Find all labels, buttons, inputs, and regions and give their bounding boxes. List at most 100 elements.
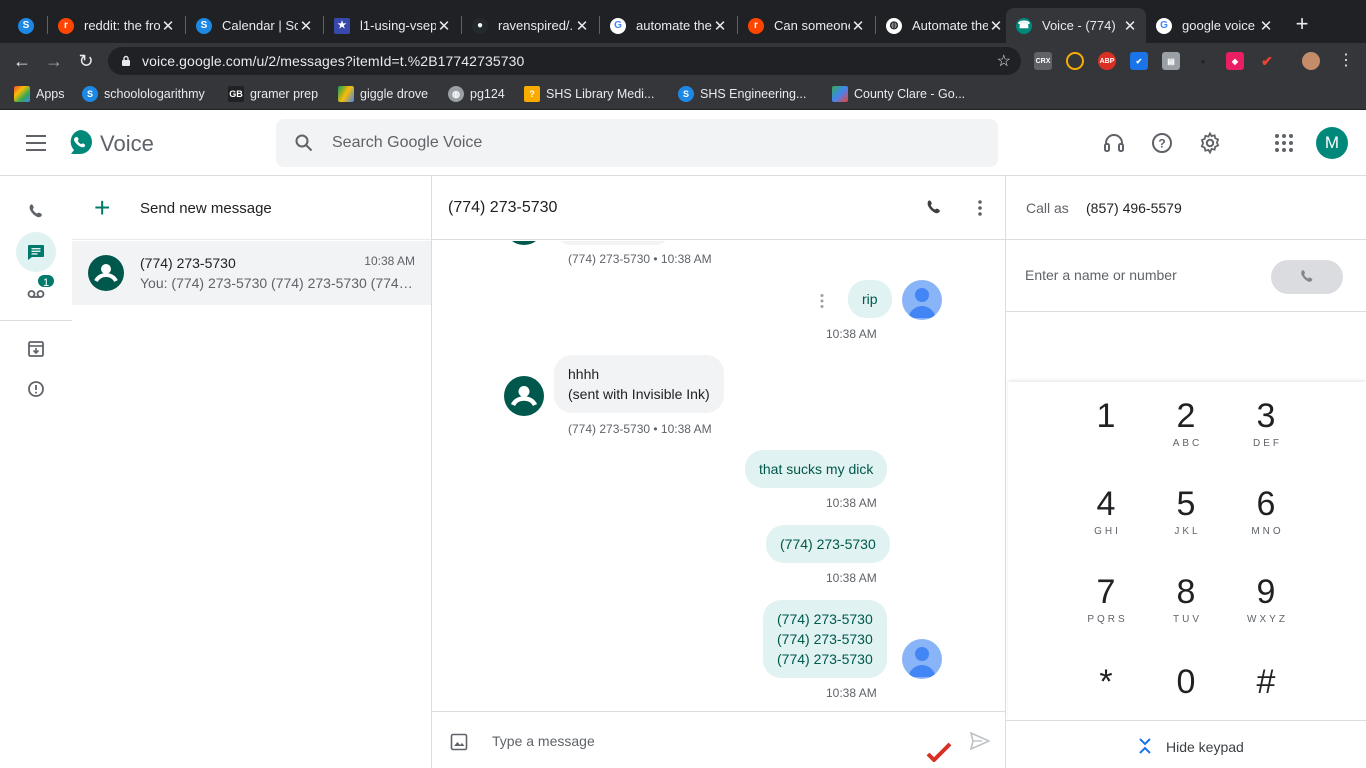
close-tab-icon[interactable]: ✕ (574, 17, 590, 35)
person-icon (908, 288, 936, 318)
grammar-extension-icon[interactable]: ✔ (1258, 52, 1276, 70)
dial-key-9[interactable]: 9 WXYZ (1226, 572, 1306, 652)
adblock-plus-icon[interactable]: ABP (1098, 52, 1116, 70)
send-new-message-button[interactable]: + Send new message (72, 176, 431, 240)
grammar-check-icon[interactable] (926, 742, 952, 762)
message-meta: (774) 273-5730 • 10:38 AM (568, 422, 712, 436)
bookmark-item[interactable]: S schoolologarithmy (82, 85, 205, 103)
headset-support-icon[interactable] (1102, 131, 1126, 155)
close-tab-icon[interactable]: ✕ (712, 17, 728, 35)
dial-key-5[interactable]: 5 JKL (1146, 484, 1226, 564)
message-bubble-incoming[interactable]: hhhh (sent with Invisible Ink) (554, 355, 724, 413)
call-as-row[interactable]: Call as (857) 496-5579 (1006, 176, 1366, 240)
bookmark-item[interactable]: giggle drove (338, 85, 428, 103)
browser-tab[interactable]: r Can someone... ✕ (738, 8, 874, 43)
message-line: (774) 273-5730 (777, 611, 873, 627)
rail-spam[interactable] (16, 369, 56, 409)
dial-key-2[interactable]: 2 ABC (1146, 396, 1226, 476)
search-bar[interactable]: Search Google Voice (276, 119, 998, 167)
dial-key-3[interactable]: 3 DEF (1226, 396, 1306, 476)
avatar-letter: M (1324, 133, 1340, 152)
address-bar[interactable]: voice.google.com/u/2/messages?itemId=t.%… (108, 47, 1021, 75)
close-tab-icon[interactable]: ✕ (1258, 17, 1274, 35)
bookmark-item[interactable]: County Clare - Go... (832, 85, 965, 103)
hide-keypad-button[interactable]: Hide keypad (1006, 720, 1366, 768)
browser-tab[interactable]: ● ravenspired/... ✕ (462, 8, 598, 43)
message-bubble-outgoing[interactable]: (774) 273-5730 (774) 273-5730 (774) 273-… (763, 600, 887, 678)
browser-tab[interactable]: G automate the... ✕ (600, 8, 736, 43)
conversation-item[interactable]: (774) 273-5730 10:38 AM You: (774) 273-5… (72, 241, 431, 305)
bookmark-label: pg124 (470, 87, 505, 101)
back-icon[interactable]: ← (10, 49, 34, 73)
message-bubble-incoming[interactable] (554, 241, 672, 245)
settings-gear-icon[interactable] (1198, 131, 1222, 155)
message-bubble-outgoing[interactable]: rip (848, 280, 892, 318)
send-icon[interactable] (970, 732, 990, 750)
dial-key-8[interactable]: 8 TUV (1146, 572, 1226, 652)
message-bubble-outgoing[interactable]: that sucks my dick (745, 450, 888, 488)
rail-calls[interactable] (16, 192, 56, 232)
apps-grid-icon[interactable] (1272, 131, 1296, 155)
tab-title: Can someone... (774, 18, 850, 33)
dial-key-4[interactable]: 4 GHI (1066, 484, 1146, 564)
crx-extension-icon[interactable]: CRX (1034, 52, 1052, 70)
more-vert-icon[interactable] (970, 198, 990, 218)
main-menu-icon[interactable] (26, 135, 46, 151)
key-digit: 0 (1176, 663, 1196, 701)
browser-tab-active[interactable]: ☎ Voice - (774) ✕ (1006, 8, 1146, 43)
key-letters: WXYZ (1247, 614, 1288, 625)
key-digit: 8 (1176, 573, 1196, 611)
gb-icon: GB (228, 86, 244, 102)
thread-header: (774) 273-5730 (432, 176, 1005, 240)
close-tab-icon[interactable]: ✕ (160, 17, 176, 35)
profile-avatar[interactable] (1302, 52, 1320, 70)
browser-tab[interactable]: ★ l1-using-vsep ✕ (324, 8, 460, 43)
attach-image-icon[interactable] (450, 733, 468, 751)
bookmark-item[interactable]: GB gramer prep (228, 85, 318, 103)
tab-title: ravenspired/... (498, 18, 574, 33)
message-bubble-outgoing[interactable]: (774) 273-5730 (766, 525, 890, 563)
rail-messages[interactable] (16, 232, 56, 272)
dial-number-input[interactable]: Enter a name or number (1025, 267, 1177, 283)
browser-tab[interactable]: G google voice ✕ (1146, 8, 1282, 43)
call-phone-icon[interactable] (924, 198, 944, 218)
search-input[interactable]: Search Google Voice (332, 134, 482, 152)
new-tab-button[interactable]: + (1292, 12, 1312, 36)
bookmark-apps[interactable]: Apps (14, 85, 65, 103)
bookmark-item[interactable]: ? SHS Library Medi... (524, 85, 654, 103)
browser-menu-icon[interactable]: ⋮ (1334, 49, 1358, 73)
collapse-chevrons-icon (1139, 738, 1151, 754)
extension-icon[interactable]: ● (1194, 52, 1212, 70)
bookmark-item[interactable]: S SHS Engineering... (678, 85, 806, 103)
phone-icon (1301, 270, 1313, 282)
dial-key-6[interactable]: 6 MNO (1226, 484, 1306, 564)
close-tab-icon[interactable]: ✕ (988, 17, 1004, 35)
color-extension-icon[interactable]: ◆ (1226, 52, 1244, 70)
rail-divider (0, 320, 72, 321)
dial-key-1[interactable]: 1 (1066, 396, 1146, 476)
rail-archive[interactable] (16, 329, 56, 369)
browser-tab[interactable]: S Calendar | Schoology ✕ (186, 8, 322, 43)
dial-key-7[interactable]: 7 PQRS (1066, 572, 1146, 652)
help-icon[interactable]: ? (1150, 131, 1174, 155)
apps-grid-icon (14, 86, 30, 102)
browser-tab[interactable]: r reddit: the front page ✕ (48, 8, 184, 43)
briefcase-extension-icon[interactable]: ▤ (1162, 52, 1180, 70)
bookmark-star-icon[interactable]: ☆ (997, 51, 1011, 71)
message-options-icon[interactable] (818, 293, 826, 309)
browser-tab[interactable]: ◍ Automate the... ✕ (876, 8, 1012, 43)
message-input[interactable]: Type a message (492, 733, 595, 749)
forward-icon[interactable]: → (42, 49, 66, 73)
browser-tab[interactable]: S (8, 8, 48, 43)
close-tab-icon[interactable]: ✕ (298, 17, 314, 35)
close-tab-icon[interactable]: ✕ (436, 17, 452, 35)
account-avatar[interactable]: M (1316, 127, 1348, 159)
close-tab-icon[interactable]: ✕ (850, 17, 866, 35)
dial-call-button[interactable] (1271, 260, 1343, 294)
reload-icon[interactable]: ↻ (74, 49, 98, 73)
bookmark-item[interactable]: ◍ pg124 (448, 85, 505, 103)
lock-icon (122, 55, 130, 66)
extension-icon[interactable]: ✔ (1130, 52, 1148, 70)
owl-extension-icon[interactable] (1066, 52, 1084, 70)
close-tab-icon[interactable]: ✕ (1122, 17, 1138, 35)
